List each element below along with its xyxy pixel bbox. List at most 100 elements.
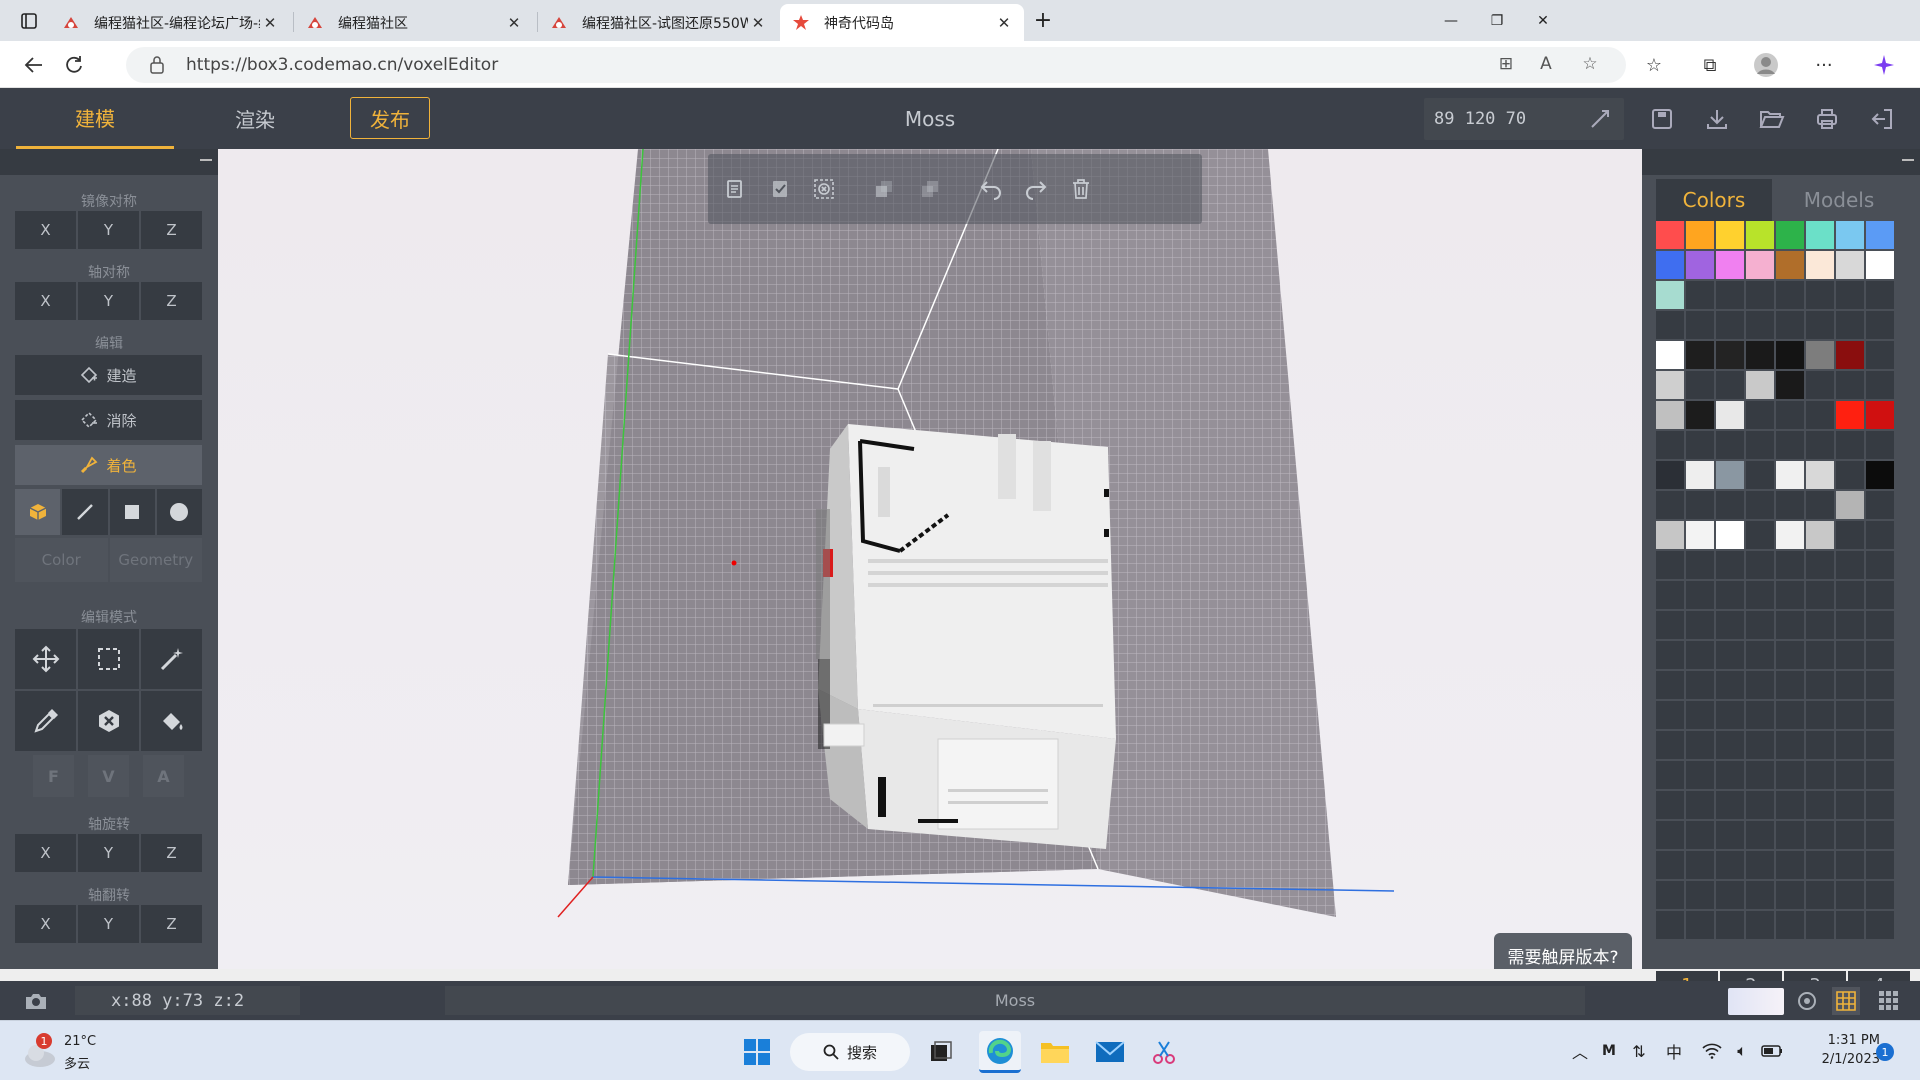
mirror-y-button[interactable]: Y: [78, 211, 139, 249]
palette-swatch[interactable]: [1806, 761, 1834, 789]
palette-swatch[interactable]: [1656, 551, 1684, 579]
palette-swatch[interactable]: [1686, 791, 1714, 819]
palette-swatch[interactable]: [1806, 611, 1834, 639]
palette-swatch[interactable]: [1656, 371, 1684, 399]
rect-tool-button[interactable]: [109, 489, 155, 535]
palette-swatch[interactable]: [1686, 221, 1714, 249]
screenshot-button[interactable]: [22, 987, 50, 1015]
palette-swatch[interactable]: [1806, 251, 1834, 279]
palette-swatch[interactable]: [1686, 551, 1714, 579]
palette-swatch[interactable]: [1656, 671, 1684, 699]
palette-swatch[interactable]: [1836, 791, 1864, 819]
palette-swatch[interactable]: [1746, 281, 1774, 309]
palette-swatch[interactable]: [1836, 251, 1864, 279]
fill-bucket-button[interactable]: [141, 691, 202, 751]
task-view-button[interactable]: [920, 1031, 962, 1073]
palette-swatch[interactable]: [1686, 371, 1714, 399]
save-button[interactable]: [1642, 100, 1682, 138]
palette-swatch[interactable]: [1716, 281, 1744, 309]
palette-swatch[interactable]: [1836, 641, 1864, 669]
palette-swatch[interactable]: [1806, 791, 1834, 819]
browser-tab-2[interactable]: 编程猫社区 ✕: [294, 4, 534, 41]
voxel-grid-button[interactable]: [1875, 987, 1903, 1015]
tab-modeling[interactable]: 建模: [16, 88, 174, 149]
delete-selection-button[interactable]: [78, 691, 139, 751]
palette-swatch[interactable]: [1866, 371, 1894, 399]
flip-z-button[interactable]: Z: [141, 905, 202, 943]
palette-swatch[interactable]: [1746, 791, 1774, 819]
palette-swatch[interactable]: [1716, 401, 1744, 429]
tray-overflow-icon[interactable]: ︿: [1570, 1039, 1590, 1063]
palette-swatch[interactable]: [1686, 341, 1714, 369]
palette-swatch[interactable]: [1836, 821, 1864, 849]
open-folder-button[interactable]: [1752, 100, 1792, 138]
palette-swatch[interactable]: [1836, 341, 1864, 369]
tab-close-icon[interactable]: ✕: [260, 14, 280, 32]
palette-swatch[interactable]: [1686, 401, 1714, 429]
voxel-model[interactable]: [816, 424, 1116, 849]
palette-swatch[interactable]: [1656, 821, 1684, 849]
palette-swatch[interactable]: [1746, 641, 1774, 669]
palette-swatch[interactable]: [1716, 701, 1744, 729]
palette-swatch[interactable]: [1716, 461, 1744, 489]
palette-swatch[interactable]: [1776, 761, 1804, 789]
mail-button[interactable]: [1089, 1031, 1131, 1073]
palette-swatch[interactable]: [1866, 701, 1894, 729]
palette-swatch[interactable]: [1866, 881, 1894, 909]
palette-swatch[interactable]: [1686, 461, 1714, 489]
palette-swatch[interactable]: [1746, 911, 1774, 939]
palette-swatch[interactable]: [1686, 581, 1714, 609]
palette-swatch[interactable]: [1746, 551, 1774, 579]
palette-swatch[interactable]: [1866, 431, 1894, 459]
palette-swatch[interactable]: [1866, 341, 1894, 369]
palette-swatch[interactable]: [1716, 521, 1744, 549]
merge-button[interactable]: [915, 174, 945, 204]
palette-swatch[interactable]: [1746, 701, 1774, 729]
back-button[interactable]: [18, 49, 50, 81]
settings-more-button[interactable]: ···: [1808, 49, 1840, 81]
palette-swatch[interactable]: [1656, 341, 1684, 369]
palette-swatch[interactable]: [1686, 521, 1714, 549]
paste-button[interactable]: [765, 174, 795, 204]
palette-swatch[interactable]: [1866, 671, 1894, 699]
palette-swatch[interactable]: [1686, 881, 1714, 909]
palette-swatch[interactable]: [1746, 401, 1774, 429]
palette-swatch[interactable]: [1656, 881, 1684, 909]
start-button[interactable]: [736, 1031, 778, 1073]
palette-swatch[interactable]: [1836, 431, 1864, 459]
print-button[interactable]: [1807, 100, 1847, 138]
palette-swatch[interactable]: [1806, 401, 1834, 429]
mirror-z-button[interactable]: Z: [141, 211, 202, 249]
palette-swatch[interactable]: [1836, 761, 1864, 789]
select-tool-button[interactable]: [78, 629, 139, 689]
palette-swatch[interactable]: [1806, 491, 1834, 519]
rotate-x-button[interactable]: X: [15, 834, 76, 872]
palette-swatch[interactable]: [1656, 491, 1684, 519]
palette-swatch[interactable]: [1746, 881, 1774, 909]
palette-swatch[interactable]: [1716, 311, 1744, 339]
background-color-swatch[interactable]: [1728, 988, 1784, 1015]
browser-tab-3[interactable]: 编程猫社区-试图还原550W/Mos ✕: [538, 4, 778, 41]
publish-button[interactable]: 发布: [350, 97, 430, 139]
palette-swatch[interactable]: [1686, 311, 1714, 339]
palette-swatch[interactable]: [1806, 641, 1834, 669]
palette-swatch[interactable]: [1836, 311, 1864, 339]
collections-button[interactable]: ⧉: [1694, 49, 1726, 81]
palette-swatch[interactable]: [1866, 221, 1894, 249]
palette-swatch[interactable]: [1746, 221, 1774, 249]
exit-button[interactable]: [1862, 100, 1902, 138]
palette-swatch[interactable]: [1686, 851, 1714, 879]
palette-swatch[interactable]: [1746, 821, 1774, 849]
palette-swatch[interactable]: [1656, 431, 1684, 459]
geometry-mode-button[interactable]: Geometry: [109, 538, 202, 582]
color-mode-button[interactable]: Color: [15, 538, 108, 582]
palette-swatch[interactable]: [1806, 281, 1834, 309]
build-button[interactable]: 建造: [15, 355, 202, 395]
rotate-y-button[interactable]: Y: [78, 834, 139, 872]
weather-widget[interactable]: 1 21°C 多云: [20, 1033, 140, 1073]
palette-swatch[interactable]: [1776, 341, 1804, 369]
palette-swatch[interactable]: [1836, 371, 1864, 399]
palette-swatch[interactable]: [1806, 671, 1834, 699]
palette-swatch[interactable]: [1836, 461, 1864, 489]
wifi-icon[interactable]: [1700, 1039, 1724, 1063]
